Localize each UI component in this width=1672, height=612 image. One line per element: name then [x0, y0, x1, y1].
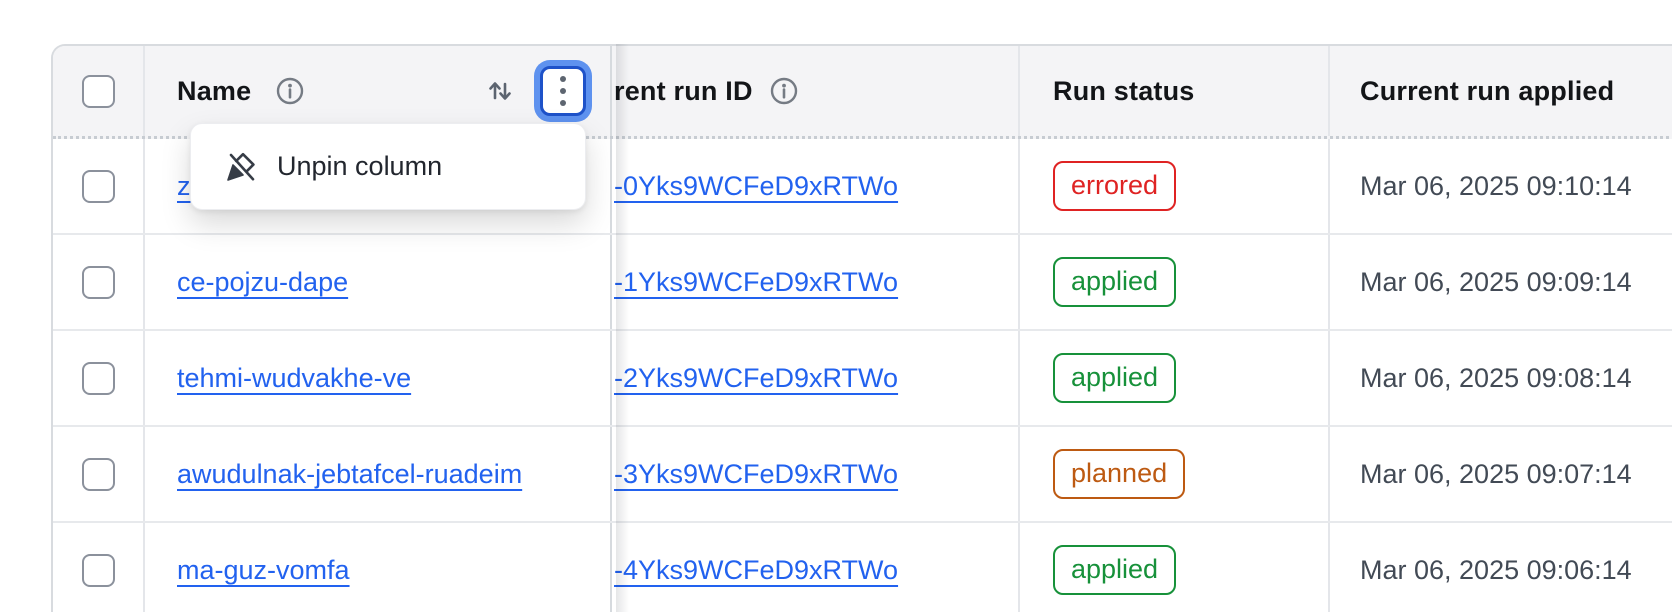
- column-menu-dropdown: Unpin column: [190, 123, 586, 210]
- column-header-current-run-applied: Current run applied: [1360, 76, 1614, 107]
- header-cell-current-run-applied: Current run applied: [1330, 46, 1672, 136]
- vertical-ellipsis-icon: [558, 74, 568, 108]
- column-menu-button[interactable]: [540, 66, 586, 116]
- row-checkbox[interactable]: [82, 554, 115, 587]
- applied-timestamp: Mar 06, 2025 09:06:14: [1360, 555, 1632, 586]
- row-checkbox[interactable]: [82, 362, 115, 395]
- header-cell-select-all: [53, 46, 145, 136]
- header-cell-current-run-id: rent run ID: [612, 46, 1020, 136]
- status-badge: errored: [1053, 161, 1176, 211]
- table-row: tehmi-wudvakhe-ve -2Yks9WCFeD9xRTWo appl…: [53, 331, 1672, 427]
- run-id-link[interactable]: -3Yks9WCFeD9xRTWo: [614, 459, 898, 490]
- status-badge: applied: [1053, 353, 1176, 403]
- run-id-link[interactable]: -2Yks9WCFeD9xRTWo: [614, 363, 898, 394]
- row-checkbox[interactable]: [82, 170, 115, 203]
- info-icon[interactable]: [769, 76, 799, 106]
- row-checkbox[interactable]: [82, 266, 115, 299]
- column-header-current-run-id: rent run ID: [614, 76, 753, 107]
- name-link[interactable]: ma-guz-vomfa: [177, 555, 350, 586]
- name-link[interactable]: z: [177, 171, 191, 202]
- unpin-icon: [223, 149, 259, 185]
- applied-timestamp: Mar 06, 2025 09:08:14: [1360, 363, 1632, 394]
- name-link[interactable]: ce-pojzu-dape: [177, 267, 348, 298]
- menu-item-label: Unpin column: [277, 151, 442, 182]
- applied-timestamp: Mar 06, 2025 09:07:14: [1360, 459, 1632, 490]
- applied-timestamp: Mar 06, 2025 09:10:14: [1360, 171, 1632, 202]
- column-header-name: Name: [177, 76, 251, 107]
- column-header-run-status: Run status: [1053, 76, 1195, 107]
- menu-item-unpin-column[interactable]: Unpin column: [223, 124, 585, 209]
- name-link[interactable]: awudulnak-jebtafcel-ruadeim: [177, 459, 522, 490]
- status-badge: planned: [1053, 449, 1185, 499]
- run-id-link[interactable]: -0Yks9WCFeD9xRTWo: [614, 171, 898, 202]
- table-row: ma-guz-vomfa -4Yks9WCFeD9xRTWo applied M…: [53, 523, 1672, 612]
- table-row: awudulnak-jebtafcel-ruadeim -3Yks9WCFeD9…: [53, 427, 1672, 523]
- row-checkbox[interactable]: [82, 458, 115, 491]
- header-controls: [485, 66, 586, 116]
- applied-timestamp: Mar 06, 2025 09:09:14: [1360, 267, 1632, 298]
- name-link[interactable]: tehmi-wudvakhe-ve: [177, 363, 411, 394]
- table-viewport: Name: [0, 0, 1672, 612]
- table-row: ce-pojzu-dape -1Yks9WCFeD9xRTWo applied …: [53, 235, 1672, 331]
- info-icon[interactable]: [275, 76, 305, 106]
- select-all-checkbox[interactable]: [82, 75, 115, 108]
- status-badge: applied: [1053, 545, 1176, 595]
- sort-icon[interactable]: [485, 76, 515, 106]
- status-badge: applied: [1053, 257, 1176, 307]
- run-id-link[interactable]: -4Yks9WCFeD9xRTWo: [614, 555, 898, 586]
- header-cell-run-status: Run status: [1020, 46, 1330, 136]
- run-id-link[interactable]: -1Yks9WCFeD9xRTWo: [614, 267, 898, 298]
